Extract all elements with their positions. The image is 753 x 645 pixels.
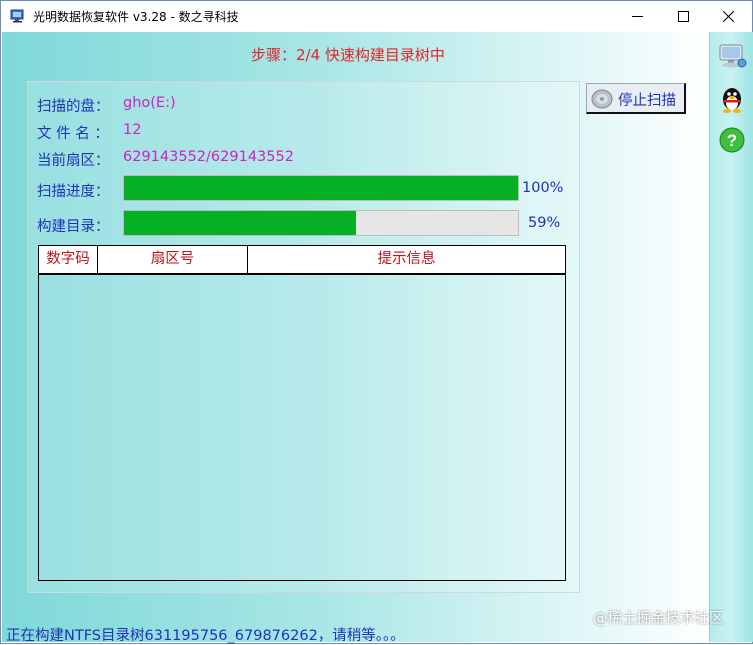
watermark: @稀土掘金技术社区 (593, 611, 724, 627)
scan-progress-label: 扫描进度： (37, 184, 110, 200)
svg-text:?: ? (727, 131, 737, 150)
help-icon[interactable]: ? (716, 124, 748, 156)
stop-scan-label: 停止扫描 (618, 93, 676, 109)
sector-value: 629143552/629143552 (123, 149, 294, 165)
build-progress-bar (123, 210, 519, 236)
build-progress-percent: 59% (528, 215, 561, 231)
files-label: 文 件 名 ： (37, 126, 109, 142)
sector-label: 当前扇区： (37, 153, 110, 169)
scan-progress-percent: 100% (522, 180, 564, 196)
minimize-icon (632, 16, 643, 17)
maximize-icon (678, 11, 689, 22)
results-table[interactable]: 数字码 扇区号 提示信息 (38, 245, 566, 581)
stop-scan-button[interactable]: 停止扫描 (586, 83, 686, 114)
scan-progress-bar (123, 175, 519, 201)
minimize-button[interactable] (615, 1, 661, 32)
step-title: 步骤：2/4 快速构建目录树中 (251, 46, 445, 64)
build-progress-label: 构建目录： (37, 219, 110, 235)
disk-value: gho(E:) (123, 95, 176, 111)
title-bar[interactable]: 光明数据恢复软件 v3.28 - 数之寻科技 (1, 1, 752, 32)
files-value: 12 (123, 122, 142, 138)
qq-penguin-icon[interactable] (716, 84, 748, 116)
build-progress-fill (124, 211, 357, 235)
app-window: 光明数据恢复软件 v3.28 - 数之寻科技 ? 步骤：2/4 快速构建目录树中… (0, 0, 753, 644)
right-sidebar: ? (709, 32, 753, 642)
stop-disc-icon (591, 88, 613, 110)
disk-label: 扫描的盘： (37, 99, 110, 115)
scan-progress-fill (124, 176, 518, 200)
window-title: 光明数据恢复软件 v3.28 - 数之寻科技 (33, 10, 239, 24)
maximize-button[interactable] (661, 1, 707, 32)
column-header-code[interactable]: 数字码 (39, 246, 98, 273)
table-header: 数字码 扇区号 提示信息 (39, 246, 566, 275)
close-button[interactable] (706, 1, 752, 32)
app-monitor-icon (10, 8, 26, 24)
close-icon (723, 11, 734, 22)
column-header-sector[interactable]: 扇区号 (98, 246, 248, 273)
computer-icon[interactable] (716, 40, 748, 72)
status-bar-text: 正在构建NTFS目录树631195756_679876262，请稍等。。。 (6, 628, 405, 644)
column-header-info[interactable]: 提示信息 (248, 246, 566, 273)
